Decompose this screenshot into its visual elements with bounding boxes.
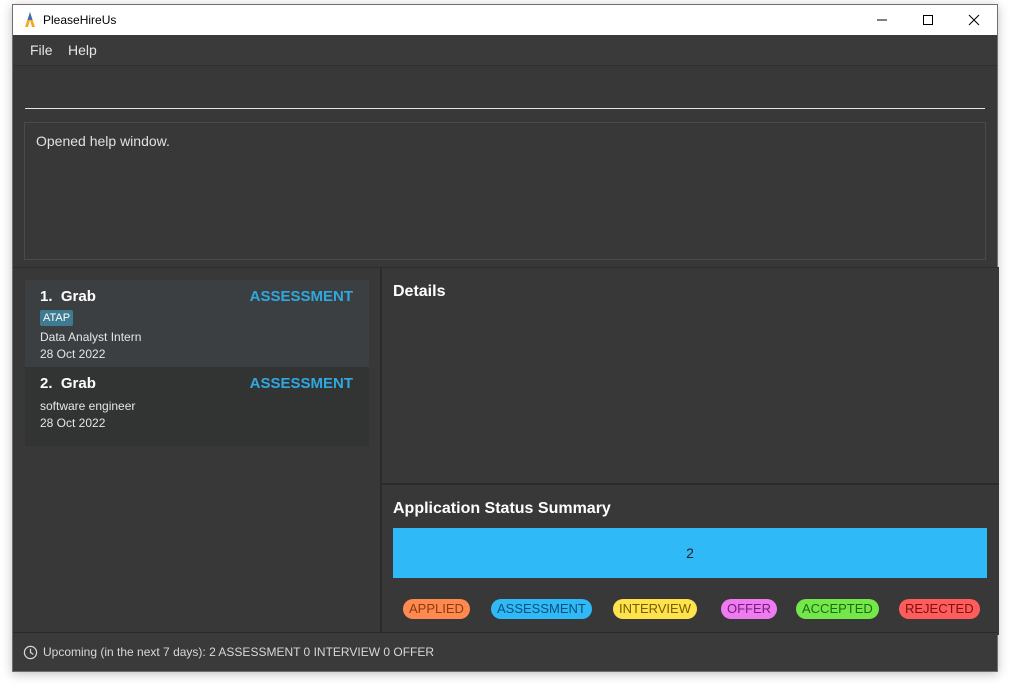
command-area <box>13 65 997 118</box>
card-title: 1. Grab <box>40 288 96 305</box>
menu-bar: File Help <box>13 35 997 65</box>
app-window: PleaseHireUs File Help Opened help windo… <box>12 4 999 672</box>
result-message: Opened help window. <box>36 133 170 149</box>
card-tag: ATAP <box>40 310 74 326</box>
legend-assessment: ASSESSMENT <box>491 599 592 619</box>
window-title: PleaseHireUs <box>43 13 117 27</box>
application-card[interactable]: 2. Grab ASSESSMENT software engineer 28 … <box>25 367 369 446</box>
legend-rejected: REJECTED <box>899 599 980 619</box>
card-title: 2. Grab <box>40 375 96 392</box>
application-list: 1. Grab ASSESSMENT ATAP Data Analyst Int… <box>13 267 380 634</box>
card-status: ASSESSMENT <box>249 288 353 305</box>
card-role: software engineer <box>40 399 136 413</box>
application-card[interactable]: 1. Grab ASSESSMENT ATAP Data Analyst Int… <box>25 280 369 367</box>
app-logo-icon <box>25 12 35 27</box>
card-date: 28 Oct 2022 <box>40 347 106 361</box>
result-display: Opened help window. <box>24 122 986 260</box>
card-status: ASSESSMENT <box>249 375 353 392</box>
legend-offer: OFFER <box>721 599 778 619</box>
legend-accepted: ACCEPTED <box>796 599 879 619</box>
minimize-icon <box>877 19 887 21</box>
summary-count: 2 <box>686 545 694 561</box>
status-bar: Upcoming (in the next 7 days): 2 ASSESSM… <box>13 632 997 671</box>
title-bar: PleaseHireUs <box>13 5 997 35</box>
summary-title: Application Status Summary <box>393 500 611 517</box>
minimize-button[interactable] <box>859 5 905 35</box>
clock-icon <box>23 645 38 660</box>
legend-applied: APPLIED <box>403 599 470 619</box>
status-summary-panel: Application Status Summary 2 APPLIED ASS… <box>380 483 999 635</box>
details-panel: Details <box>380 267 999 484</box>
maximize-icon <box>923 15 933 25</box>
summary-bar: 2 <box>393 528 987 578</box>
card-role: Data Analyst Intern <box>40 330 142 344</box>
menu-file[interactable]: File <box>30 42 53 58</box>
details-title: Details <box>393 283 446 300</box>
card-date: 28 Oct 2022 <box>40 416 106 430</box>
menu-help[interactable]: Help <box>68 42 97 58</box>
upcoming-status: Upcoming (in the next 7 days): 2 ASSESSM… <box>43 645 435 659</box>
maximize-button[interactable] <box>905 5 951 35</box>
legend-interview: INTERVIEW <box>613 599 697 619</box>
command-input[interactable] <box>25 76 985 109</box>
close-icon <box>968 14 980 26</box>
close-button[interactable] <box>951 5 997 35</box>
